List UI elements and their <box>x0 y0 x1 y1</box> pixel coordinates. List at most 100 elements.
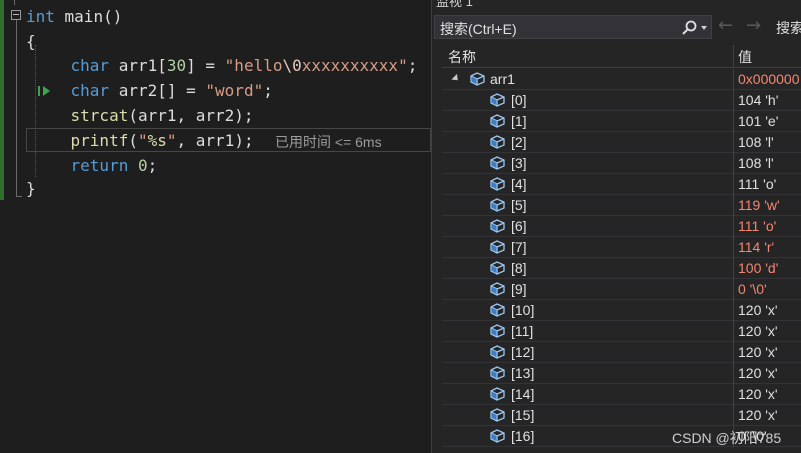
watch-item-value[interactable]: 114 'r' <box>738 239 774 255</box>
code-token: "hello <box>224 56 283 75</box>
code-token: char <box>32 56 119 75</box>
variable-cube-icon <box>488 428 506 444</box>
watch-item-row[interactable]: [9] 0 '\0' <box>442 279 801 300</box>
watch-item-row[interactable]: [13] 120 'x' <box>442 363 801 384</box>
code-token: main() <box>54 7 123 26</box>
watch-item-value[interactable]: 119 'w' <box>738 197 780 213</box>
variable-cube-icon <box>488 386 506 402</box>
code-line[interactable]: } <box>26 177 36 201</box>
watch-item-name: arr1 <box>490 71 515 87</box>
watch-item-row[interactable]: [10] 120 'x' <box>442 300 801 321</box>
search-options-dropdown-icon[interactable] <box>701 26 707 30</box>
column-separator <box>733 237 734 258</box>
code-token: arr2 <box>118 81 158 100</box>
variable-cube-icon <box>488 344 506 360</box>
code-line[interactable]: strcat(arr1, arr2); <box>32 104 254 128</box>
watch-search-input[interactable]: 搜索(Ctrl+E) <box>434 15 712 39</box>
code-token: ] = <box>186 56 225 75</box>
watch-item-name: [4] <box>511 176 527 192</box>
collapse-arrow-icon[interactable] <box>451 73 461 84</box>
column-separator <box>733 258 734 279</box>
code-editor[interactable]: int main() { char arr1[30] = "hello\0xxxx… <box>0 0 431 453</box>
watch-item-value[interactable]: 0 '\0' <box>738 281 767 297</box>
watch-item-name: [13] <box>511 365 535 381</box>
code-token: ; <box>147 156 158 175</box>
watch-item-row[interactable]: [8] 100 'd' <box>442 258 801 279</box>
variable-cube-icon <box>468 71 486 87</box>
watch-item-name: [3] <box>511 155 527 171</box>
watch-item-value[interactable]: 111 'o' <box>738 218 776 234</box>
watch-item-value[interactable]: 120 'x' <box>738 407 778 423</box>
code-line[interactable]: int main() <box>26 5 122 29</box>
code-token: [ <box>157 56 167 75</box>
watch-item-name: [8] <box>511 260 527 276</box>
watch-item-row[interactable]: [14] 120 'x' <box>442 384 801 405</box>
code-line[interactable]: return 0; <box>32 154 158 178</box>
column-header-name[interactable]: 名称 <box>448 47 476 67</box>
watch-item-row[interactable]: [12] 120 'x' <box>442 342 801 363</box>
column-separator <box>733 195 734 216</box>
column-separator <box>733 342 734 363</box>
watch-item-value[interactable]: 120 'x' <box>738 344 778 360</box>
column-separator[interactable] <box>733 45 734 67</box>
search-placeholder: 搜索(Ctrl+E) <box>440 21 517 37</box>
search-icon[interactable] <box>681 19 699 37</box>
column-separator <box>733 132 734 153</box>
code-token: int <box>26 7 55 26</box>
code-token: strcat <box>32 106 129 125</box>
code-line[interactable]: { <box>26 30 36 54</box>
watch-item-row[interactable]: [0] 104 'h' <box>442 90 801 111</box>
watch-item-value[interactable]: 120 'x' <box>738 386 778 402</box>
variable-cube-icon <box>488 134 506 150</box>
watch-item-name: [15] <box>511 407 535 423</box>
watch-item-value[interactable]: 101 'e' <box>738 113 778 129</box>
watch-item-name: [12] <box>511 344 535 360</box>
watch-item-value[interactable]: 120 'x' <box>738 365 778 381</box>
watch-item-value[interactable]: 0x000000 <box>738 71 800 87</box>
code-token: printf <box>32 131 129 150</box>
watch-item-row[interactable]: [7] 114 'r' <box>442 237 801 258</box>
column-header-value[interactable]: 值 <box>738 47 752 67</box>
back-arrow-icon[interactable]: ← <box>718 15 733 36</box>
watch-item-row[interactable]: [15] 120 'x' <box>442 405 801 426</box>
watch-root-row[interactable]: arr1 0x000000 <box>442 69 801 90</box>
fold-guide-top <box>14 0 15 5</box>
watch-item-name: [14] <box>511 386 535 402</box>
column-separator <box>733 279 734 300</box>
code-line[interactable]: printf("%s", arr1); <box>32 129 254 153</box>
code-token: ( <box>128 131 138 150</box>
watch-item-row[interactable]: [3] 108 'l' <box>442 153 801 174</box>
watch-item-value[interactable]: 104 'h' <box>738 92 778 108</box>
watch-item-value[interactable]: 108 'l' <box>738 134 774 150</box>
search-depth-label[interactable]: 搜索 <box>776 18 801 38</box>
code-token: ; <box>407 56 418 75</box>
code-token: %s <box>147 131 167 150</box>
watch-item-row[interactable]: [11] 120 'x' <box>442 321 801 342</box>
watch-item-value[interactable]: 120 'x' <box>738 302 778 318</box>
fold-guide-end <box>16 196 22 197</box>
watch-item-row[interactable]: [6] 111 'o' <box>442 216 801 237</box>
change-marker-bar <box>0 0 4 200</box>
column-separator <box>733 174 734 195</box>
column-separator <box>733 384 734 405</box>
variable-cube-icon <box>488 155 506 171</box>
watch-item-value[interactable]: 108 'l' <box>738 155 774 171</box>
watch-item-row[interactable]: [5] 119 'w' <box>442 195 801 216</box>
collapse-toggle-icon[interactable] <box>11 10 21 20</box>
code-line[interactable]: char arr2[] = "word"; <box>32 79 273 103</box>
forward-arrow-icon[interactable]: → <box>746 15 761 36</box>
code-line[interactable]: char arr1[30] = "hello\0xxxxxxxxxx"; <box>32 54 418 78</box>
variable-cube-icon <box>488 197 506 213</box>
variable-cube-icon <box>488 323 506 339</box>
watch-item-value[interactable]: 100 'd' <box>738 260 778 276</box>
watch-item-row[interactable]: [2] 108 'l' <box>442 132 801 153</box>
watch-item-row[interactable]: [1] 101 'e' <box>442 111 801 132</box>
column-separator <box>733 90 734 111</box>
watch-column-header: 名称 值 <box>442 45 801 68</box>
watch-item-name: [10] <box>511 302 535 318</box>
watch-item-value[interactable]: 111 'o' <box>738 176 776 192</box>
watch-item-row[interactable]: [4] 111 'o' <box>442 174 801 195</box>
watch-panel-title[interactable]: 监视 1 <box>436 0 473 10</box>
code-token: " <box>166 131 177 150</box>
watch-item-value[interactable]: 120 'x' <box>738 323 778 339</box>
